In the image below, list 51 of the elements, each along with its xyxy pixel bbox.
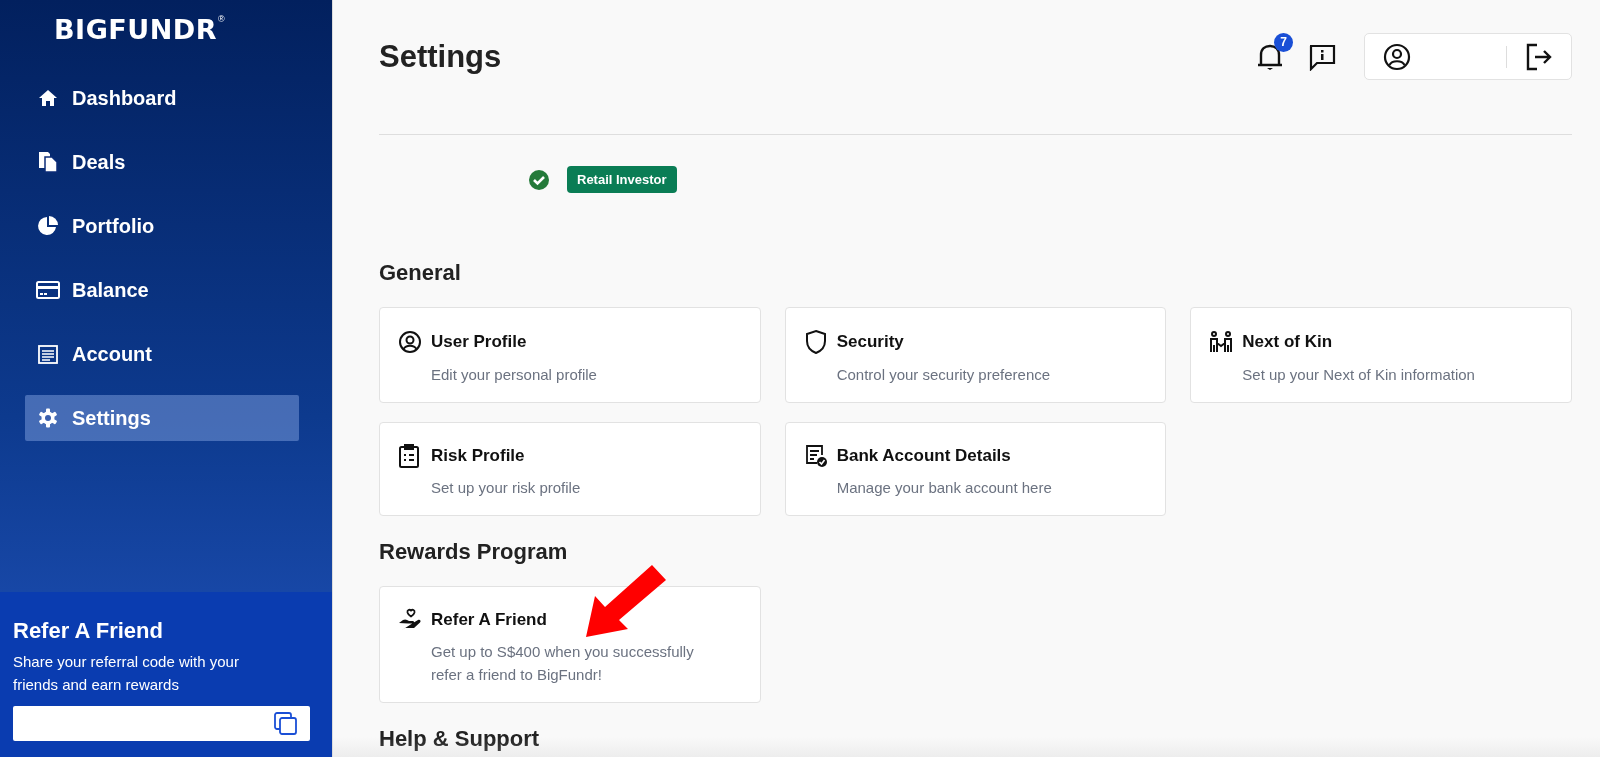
clipboard-icon — [398, 444, 420, 468]
registered-mark: ® — [217, 14, 225, 24]
section-heading: Help & Support — [379, 726, 541, 752]
section-heading: Rewards Program — [379, 539, 569, 565]
card-description: Set up your Next of Kin information — [1242, 364, 1476, 385]
notification-count: 7 — [1274, 32, 1293, 52]
logo: BIGFUNDR — [54, 14, 217, 45]
page-title: Settings — [379, 38, 503, 75]
settings-card[interactable]: User Profile Edit your personal profile — [379, 307, 761, 403]
nav-item[interactable]: Dashboard — [25, 75, 299, 121]
message-icon[interactable] — [1308, 42, 1336, 71]
settings-card[interactable]: Bank Account Details Manage your bank account here — [784, 422, 1167, 516]
settings-card[interactable]: Risk Profile Set up your risk profile — [379, 422, 761, 516]
settings-card[interactable]: Refer A Friend Get up to S$400 when you successfully refer a friend to BigFundr! — [379, 586, 761, 703]
nav-item[interactable]: Balance — [25, 267, 299, 313]
card-description: Edit your personal profile — [431, 364, 598, 385]
section-heading: General — [379, 260, 462, 286]
pie-chart-icon — [37, 215, 59, 237]
check-icon — [529, 169, 549, 190]
settings-card[interactable]: Security Control your security preference — [784, 307, 1167, 403]
card-title: Bank Account Details — [836, 446, 1012, 466]
user-icon — [398, 329, 422, 354]
credit-card-icon — [36, 280, 60, 300]
nav-item[interactable]: Portfolio — [25, 203, 299, 249]
card-title: Refer A Friend — [431, 610, 548, 630]
card-description: Control your security preference — [836, 365, 1052, 385]
referral-description: Share your referral code with your friends and earn rewards — [13, 652, 240, 695]
card-description: Get up to S$400 when you successfully refer a friend to BigFundr! — [431, 642, 695, 685]
documents-icon — [38, 151, 58, 173]
settings-icon — [38, 408, 58, 428]
investor-tag: Retail Investor — [567, 166, 677, 193]
user-icon[interactable] — [1383, 42, 1411, 71]
shield-icon — [803, 329, 828, 355]
people-icon — [1209, 329, 1234, 354]
nav-item[interactable]: Deals — [25, 139, 299, 185]
referral-title: Refer A Friend — [13, 618, 164, 644]
settings-card[interactable]: Next of Kin Set up your Next of Kin information — [1190, 307, 1572, 403]
card-description: Manage your bank account here — [836, 478, 1053, 498]
ledger-icon — [38, 344, 58, 364]
card-title: Next of Kin — [1242, 331, 1334, 352]
logout-icon[interactable] — [1525, 42, 1553, 71]
card-title: User Profile — [431, 331, 528, 352]
nav-item[interactable]: Settings — [25, 395, 299, 441]
nav-item[interactable]: Account — [25, 331, 299, 377]
card-title: Security — [836, 332, 905, 352]
home-icon — [38, 89, 58, 107]
card-title: Risk Profile — [431, 446, 526, 466]
receipt-check-icon — [803, 444, 828, 468]
referral-code-field[interactable] — [13, 706, 310, 741]
copy-icon[interactable] — [274, 711, 298, 736]
card-description: Set up your risk profile — [431, 478, 582, 498]
